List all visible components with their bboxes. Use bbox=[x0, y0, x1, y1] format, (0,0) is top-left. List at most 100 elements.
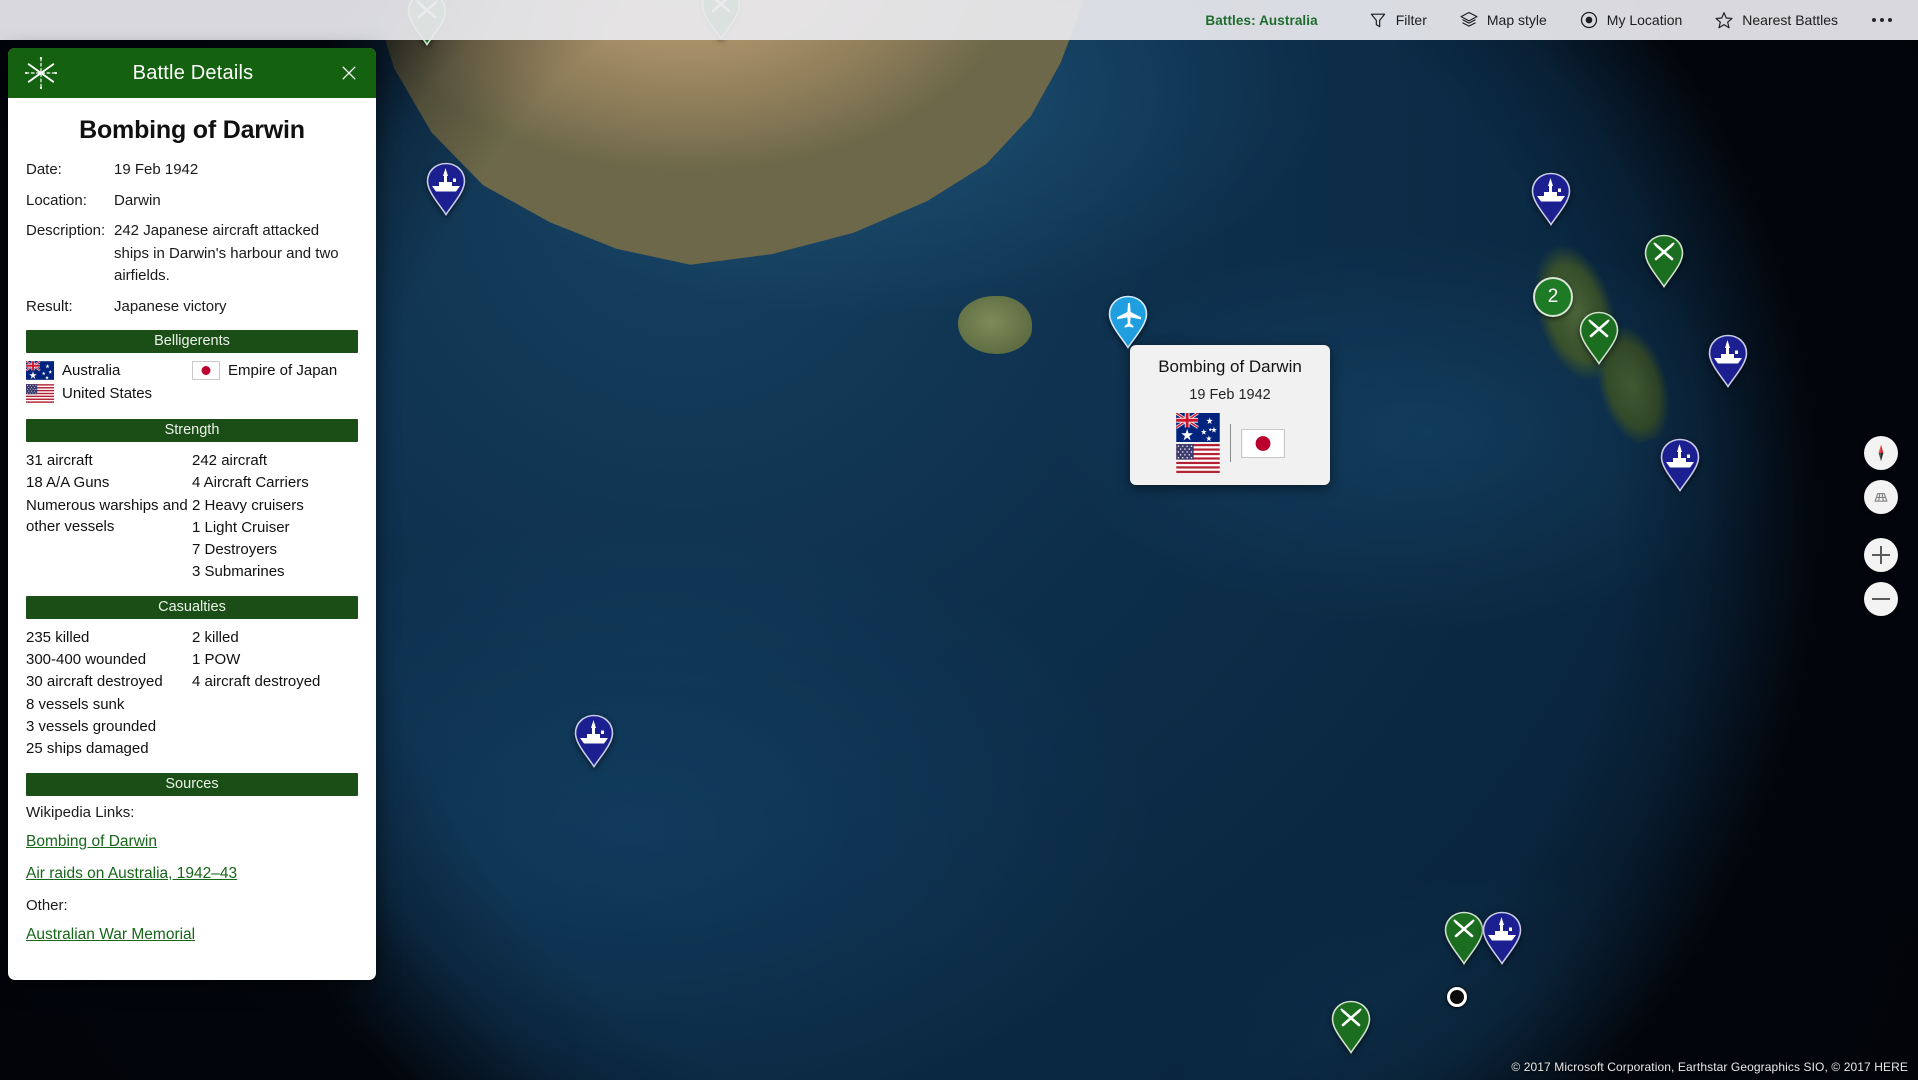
casualties-side-b: 2 killed 1 POW 4 aircraft destroyed bbox=[192, 627, 358, 761]
close-icon bbox=[342, 66, 356, 80]
belligerents-side-a: Australia United States bbox=[26, 361, 192, 407]
more-dot bbox=[1872, 18, 1876, 22]
casualty-item: 235 killed bbox=[26, 628, 90, 646]
nearest-battles-label: Nearest Battles bbox=[1742, 12, 1838, 28]
field-location: Location: Darwin bbox=[26, 190, 358, 213]
casualty-item: 4 aircraft destroyed bbox=[192, 673, 321, 691]
belligerent-japan: Empire of Japan bbox=[192, 361, 358, 380]
marker-warship-pin[interactable] bbox=[573, 714, 615, 768]
field-result-label: Result: bbox=[26, 297, 73, 315]
field-date: Date: 19 Feb 1942 bbox=[26, 159, 358, 182]
casualty-item: 2 killed bbox=[192, 628, 239, 646]
other-link[interactable]: Australian War Memorial bbox=[26, 926, 358, 944]
marker-warship-pin[interactable] bbox=[425, 162, 467, 216]
callout-flags-allies bbox=[1175, 413, 1220, 473]
casualty-item: 1 POW bbox=[192, 651, 241, 669]
app-root: 2 Bombing of Darwin 19 Feb 1942 © 2017 M… bbox=[0, 0, 1918, 1080]
my-location-label: My Location bbox=[1606, 12, 1683, 28]
callout-title: Bombing of Darwin bbox=[1158, 357, 1302, 376]
flag-australia-icon bbox=[1175, 413, 1220, 442]
strength-item: 4 Aircraft Carriers bbox=[192, 474, 309, 492]
wikipedia-link[interactable]: Bombing of Darwin bbox=[26, 833, 358, 851]
marker-crossed-swords-pin[interactable] bbox=[1643, 234, 1685, 288]
flag-united-states-icon bbox=[26, 384, 54, 403]
marker-crossed-swords-pin[interactable] bbox=[1443, 911, 1485, 965]
belligerent-united-states-label: United States bbox=[62, 385, 153, 402]
sources-heading: Sources bbox=[26, 772, 358, 796]
strength-item: 1 Light Cruiser bbox=[192, 518, 290, 536]
zoom-out-button[interactable] bbox=[1864, 582, 1898, 616]
close-button[interactable] bbox=[334, 58, 364, 88]
strength-heading: Strength bbox=[26, 419, 358, 442]
casualty-item: 8 vessels sunk bbox=[26, 695, 125, 713]
my-location-button[interactable]: My Location bbox=[1563, 0, 1698, 40]
flag-united-states-icon bbox=[1175, 444, 1220, 473]
marker-warship-pin[interactable] bbox=[1707, 334, 1749, 388]
filter-label: Filter bbox=[1395, 12, 1427, 28]
map-style-label: Map style bbox=[1486, 12, 1547, 28]
current-location-dot bbox=[1447, 987, 1467, 1007]
belligerent-australia-label: Australia bbox=[62, 362, 121, 379]
tilt-button[interactable] bbox=[1864, 480, 1898, 514]
marker-cluster[interactable]: 2 bbox=[1533, 277, 1573, 317]
belligerent-australia: Australia bbox=[26, 361, 192, 380]
filter-icon bbox=[1370, 13, 1385, 28]
casualties-content: 235 killed 300-400 wounded 30 aircraft des… bbox=[26, 627, 358, 761]
location-target-icon bbox=[1580, 11, 1597, 29]
panel-header: Battle Details bbox=[8, 48, 376, 98]
marker-crossed-swords-pin[interactable] bbox=[1578, 311, 1620, 365]
battle-details-panel: Battle Details Bombing of Darwin Date: 1… bbox=[8, 48, 376, 980]
casualty-item: 3 vessels grounded bbox=[26, 717, 157, 735]
map-attribution: © 2017 Microsoft Corporation, Earthstar … bbox=[1511, 1060, 1908, 1074]
flag-australia-icon bbox=[26, 361, 54, 380]
belligerent-united-states: United States bbox=[26, 384, 192, 403]
marker-warship-pin[interactable] bbox=[1481, 911, 1523, 965]
tilt-grid-icon bbox=[1874, 493, 1888, 502]
callout-flag-divider bbox=[1229, 424, 1231, 462]
field-location-label: Location: bbox=[26, 191, 87, 209]
nearest-battles-button[interactable]: Nearest Battles bbox=[1698, 0, 1854, 40]
more-dot bbox=[1880, 18, 1884, 22]
flag-japan-icon bbox=[1240, 428, 1285, 458]
wikipedia-link[interactable]: Air raids on Australia, 1942–43 bbox=[26, 865, 358, 883]
other-links-list: Australian War Memorial bbox=[26, 926, 358, 944]
more-options-button[interactable] bbox=[1854, 0, 1904, 40]
field-date-label: Date: bbox=[26, 161, 62, 178]
marker-warship-pin[interactable] bbox=[1659, 438, 1701, 492]
strength-side-a: 31 aircraft 18 A/A Guns Numerous warships … bbox=[26, 450, 192, 584]
compass-icon bbox=[1878, 444, 1884, 462]
map-controls bbox=[1864, 436, 1898, 616]
strength-item: 242 aircraft bbox=[192, 452, 268, 469]
field-description-label: Description: bbox=[26, 222, 106, 239]
marker-aircraft-pin[interactable] bbox=[1107, 295, 1149, 349]
marker-warship-pin[interactable] bbox=[1530, 172, 1572, 226]
callout-date: 19 Feb 1942 bbox=[1189, 387, 1271, 403]
strength-item: 3 Submarines bbox=[192, 563, 285, 581]
belligerents-content: Australia United States Empire of Japan bbox=[26, 361, 358, 407]
plus-icon bbox=[1872, 546, 1890, 564]
casualty-item: 30 aircraft destroyed bbox=[26, 673, 163, 691]
field-date-value: 19 Feb 1942 bbox=[114, 161, 199, 178]
flag-japan-icon bbox=[192, 361, 220, 380]
zoom-in-button[interactable] bbox=[1864, 538, 1898, 572]
panel-title: Battle Details bbox=[132, 61, 254, 84]
field-location-value: Darwin bbox=[114, 191, 161, 209]
strength-item: 18 A/A Guns bbox=[26, 474, 110, 492]
panel-body: Bombing of Darwin Date: 19 Feb 1942 Loca… bbox=[8, 98, 376, 980]
filter-button[interactable]: Filter bbox=[1352, 0, 1443, 40]
marker-crossed-swords-pin[interactable] bbox=[1330, 1000, 1372, 1054]
belligerents-heading: Belligerents bbox=[26, 330, 358, 353]
casualties-heading: Casualties bbox=[26, 595, 358, 619]
layers-icon bbox=[1460, 11, 1478, 27]
strength-item: 7 Destroyers bbox=[192, 541, 278, 559]
more-dot bbox=[1888, 18, 1892, 22]
battle-callout[interactable]: Bombing of Darwin 19 Feb 1942 bbox=[1130, 345, 1330, 485]
compass-button[interactable] bbox=[1864, 436, 1898, 470]
strength-item: Numerous warships and other vessels bbox=[26, 496, 188, 535]
battle-title: Bombing of Darwin bbox=[79, 116, 305, 144]
field-result-value: Japanese victory bbox=[114, 297, 227, 315]
top-toolbar: Battles: Australia Filter Map style My L… bbox=[0, 0, 1918, 40]
wikipedia-links-label: Wikipedia Links: bbox=[26, 803, 135, 821]
casualties-side-a: 235 killed 300-400 wounded 30 aircraft des… bbox=[26, 627, 192, 761]
map-style-button[interactable]: Map style bbox=[1443, 0, 1563, 40]
